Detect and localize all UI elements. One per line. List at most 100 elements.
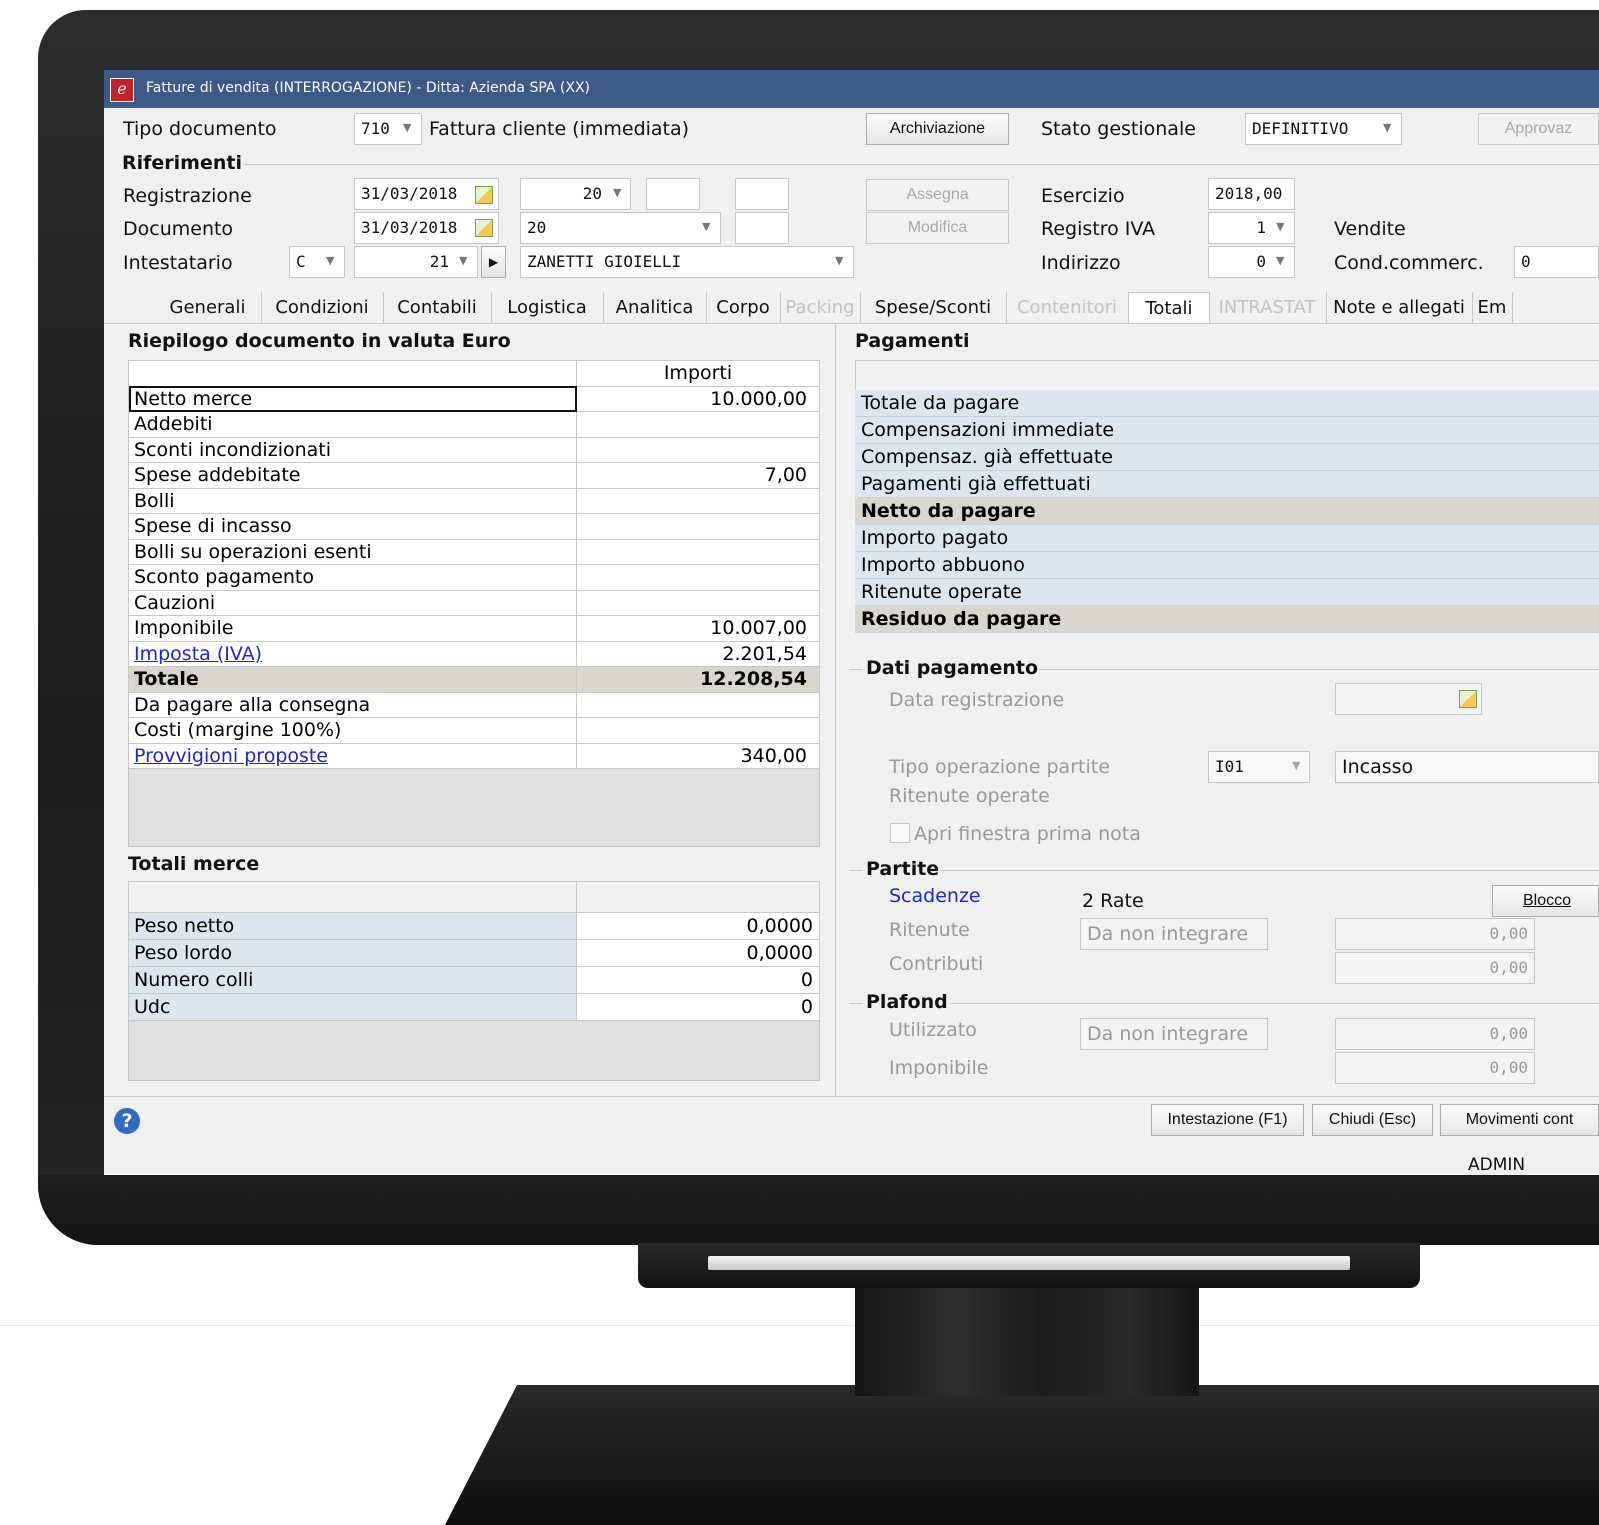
chiudi-button[interactable]: Chiudi (Esc) (1312, 1104, 1433, 1136)
tipo-documento-desc: Fattura cliente (immediata) (429, 118, 690, 140)
tab-generali[interactable]: Generali (154, 292, 262, 324)
intestazione-button[interactable]: Intestazione (F1) (1151, 1104, 1304, 1136)
pagamenti-row[interactable]: Ritenute operate (855, 578, 1599, 606)
play-arrow-icon[interactable]: ▶ (481, 246, 506, 278)
pagamenti-row-label: Importo abbuono (855, 551, 1599, 579)
pagamenti-row-label: Residuo da pagare (855, 605, 1599, 633)
intestatario-label: Intestatario (123, 252, 233, 274)
monitor-neck (855, 1286, 1199, 1396)
pagamenti-row[interactable]: Importo pagato (855, 524, 1599, 552)
riepilogo-row[interactable]: Imposta (IVA) 2.201,54 (128, 640, 820, 667)
tab-totali[interactable]: Totali (1128, 292, 1210, 326)
riepilogo-row[interactable]: Sconti incondizionati (128, 436, 820, 463)
merce-row[interactable]: Udc 0 (128, 993, 820, 1021)
riepilogo-row-label[interactable]: Provvigioni proposte (128, 742, 577, 769)
calendar-icon[interactable] (1459, 690, 1477, 708)
divider (849, 1003, 863, 1004)
pagamenti-row[interactable]: Compensazioni immediate (855, 416, 1599, 444)
pagamenti-row[interactable]: Totale da pagare (855, 390, 1599, 417)
merce-row-label: Peso lordo (128, 939, 577, 967)
registro-iva-label: Registro IVA (1041, 218, 1156, 240)
esercizio-input[interactable]: 2018,00 (1208, 178, 1295, 210)
monitor-base (445, 1385, 1599, 1525)
riepilogo-row[interactable]: Cauzioni (128, 589, 820, 616)
tipo-documento-code-select[interactable]: 710 (354, 113, 422, 145)
stato-gestionale-select[interactable]: DEFINITIVO (1245, 113, 1402, 145)
window-title: Fatture di vendita (INTERROGAZIONE) - Di… (146, 80, 591, 96)
tab-corpo[interactable]: Corpo (706, 292, 781, 324)
pagamenti-row[interactable]: Netto da pagare (855, 497, 1599, 525)
cond-commerc-select[interactable]: 0 (1514, 246, 1599, 278)
divider (849, 870, 863, 871)
merce-row-value: 0 (576, 966, 820, 994)
title-bar: e Fatture di vendita (INTERROGAZIONE) - … (104, 70, 1599, 108)
scadenze-link[interactable]: Scadenze (889, 885, 981, 907)
riepilogo-row[interactable]: Spese di incasso (128, 513, 820, 540)
riepilogo-row-link[interactable]: Imposta (IVA) (134, 643, 262, 665)
riepilogo-row[interactable]: Bolli (128, 487, 820, 514)
modifica-button[interactable]: Modifica (866, 212, 1009, 244)
utilizzato-mode-field: Da non integrare (1080, 1018, 1268, 1050)
calendar-icon[interactable] (475, 186, 493, 204)
riepilogo-title: Riepilogo documento in valuta Euro (128, 330, 511, 352)
riepilogo-row[interactable]: Spese addebitate 7,00 (128, 462, 820, 489)
documento-extra-input[interactable] (735, 212, 789, 244)
intestatario-type-select[interactable]: C (289, 246, 345, 278)
divider (941, 870, 1599, 871)
tipo-operazione-label: Tipo operazione partite (889, 756, 1110, 778)
contributi-value-field: 0,00 (1335, 952, 1535, 984)
tab-em[interactable]: Em (1472, 292, 1513, 324)
apri-finestra-checkbox[interactable] (890, 823, 910, 843)
riepilogo-row-label: Imponibile (128, 615, 577, 642)
tab-note-e-allegati[interactable]: Note e allegati (1326, 292, 1473, 324)
riepilogo-header-blank (128, 360, 577, 387)
tab-contabili[interactable]: Contabili (383, 292, 492, 324)
scadenze-value: 2 Rate (1082, 890, 1144, 912)
riepilogo-row-value (576, 717, 820, 744)
registrazione-suffix-input[interactable] (646, 178, 700, 210)
riepilogo-row[interactable]: Costi (margine 100%) (128, 717, 820, 744)
tab-intrastat: INTRASTAT (1208, 292, 1327, 324)
approvaz-button[interactable]: Approvaz (1478, 113, 1599, 145)
riepilogo-row-value (576, 436, 820, 463)
registrazione-extra-input[interactable] (735, 178, 789, 210)
archiviazione-button[interactable]: Archiviazione (866, 113, 1009, 145)
riepilogo-row[interactable]: Imponibile 10.007,00 (128, 615, 820, 642)
intestatario-name-select[interactable]: ZANETTI GIOIELLI (520, 246, 854, 278)
pagamenti-row[interactable]: Residuo da pagare (855, 605, 1599, 633)
merce-row[interactable]: Numero colli 0 (128, 966, 820, 994)
merce-row-label: Udc (128, 993, 577, 1021)
pagamenti-row[interactable]: Importo abbuono (855, 551, 1599, 579)
merce-row-value: 0,0000 (576, 912, 820, 940)
stato-gestionale-label: Stato gestionale (1041, 118, 1196, 140)
blocco-button[interactable]: Blocco (1492, 885, 1599, 917)
tab-analitica[interactable]: Analitica (603, 292, 707, 324)
riepilogo-row[interactable]: Da pagare alla consegna (128, 691, 820, 718)
tab-logistica[interactable]: Logistica (491, 292, 604, 324)
riepilogo-row[interactable]: Netto merce 10.000,00 (128, 385, 820, 412)
assegna-button[interactable]: Assegna (866, 179, 1009, 211)
tab-spese-sconti[interactable]: Spese/Sconti (860, 292, 1007, 324)
riepilogo-row[interactable]: Sconto pagamento (128, 564, 820, 591)
documento-number-select[interactable]: 20 (520, 212, 721, 244)
chevron-down-icon: ▼ (835, 254, 844, 267)
pagamenti-row[interactable]: Compensaz. già effettuate (855, 443, 1599, 471)
calendar-icon[interactable] (475, 219, 493, 237)
riepilogo-row[interactable]: Addebiti (128, 411, 820, 438)
riepilogo-row-link[interactable]: Provvigioni proposte (134, 745, 328, 767)
riepilogo-row-label: Cauzioni (128, 589, 577, 616)
riepilogo-row[interactable]: Provvigioni proposte 340,00 (128, 742, 820, 769)
app-logo-icon: e (110, 78, 134, 102)
help-icon[interactable]: ? (114, 1108, 140, 1134)
movimenti-button[interactable]: Movimenti cont (1440, 1104, 1599, 1136)
tab-contenitori: Contenitori (1006, 292, 1129, 324)
merce-row-value: 0 (576, 993, 820, 1021)
riepilogo-row[interactable]: Bolli su operazioni esenti (128, 538, 820, 565)
merce-row[interactable]: Peso lordo 0,0000 (128, 939, 820, 967)
riepilogo-row[interactable]: Totale 12.208,54 (128, 666, 820, 693)
riepilogo-row-label[interactable]: Imposta (IVA) (128, 640, 577, 667)
pagamenti-row[interactable]: Pagamenti già effettuati (855, 470, 1599, 498)
divider (849, 669, 863, 670)
tab-condizioni[interactable]: Condizioni (261, 292, 384, 324)
merce-row[interactable]: Peso netto 0,0000 (128, 912, 820, 940)
